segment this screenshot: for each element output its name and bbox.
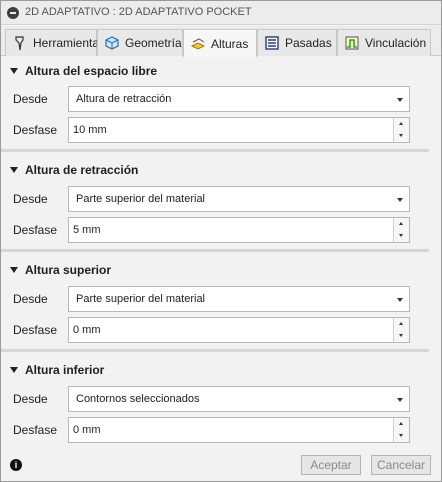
offset-row: Desfase xyxy=(1,417,441,443)
decrement-arrow-icon[interactable] xyxy=(394,430,409,442)
decrement-arrow-icon[interactable] xyxy=(394,330,409,342)
dialog-window: 2D ADAPTATIVO : 2D ADAPTATIVO POCKET Her… xyxy=(0,0,442,482)
section-header-clearance[interactable]: Altura del espacio libre xyxy=(1,59,441,83)
from-label: Desde xyxy=(13,92,48,106)
decrement-arrow-icon[interactable] xyxy=(394,130,409,142)
chevron-down-icon xyxy=(397,398,403,402)
from-value: Parte superior del material xyxy=(76,193,206,205)
window-title: 2D ADAPTATIVO : 2D ADAPTATIVO POCKET xyxy=(25,6,252,18)
offset-label: Desfase xyxy=(13,323,58,337)
section-divider xyxy=(1,249,429,252)
offset-label: Desfase xyxy=(13,123,58,137)
section-header-top[interactable]: Altura superior xyxy=(1,258,441,282)
offset-row: Desfase xyxy=(1,317,441,343)
from-dropdown[interactable]: Parte superior del material xyxy=(68,186,410,212)
offset-row: Desfase xyxy=(1,117,441,143)
from-value: Parte superior del material xyxy=(76,293,206,305)
offset-label: Desfase xyxy=(13,223,58,237)
tab-label: Herramienta xyxy=(33,36,100,50)
from-dropdown[interactable]: Parte superior del material xyxy=(68,286,410,312)
section-divider xyxy=(1,349,429,352)
section-header-retract[interactable]: Altura de retracción xyxy=(1,158,441,182)
tab-label: Pasadas xyxy=(285,36,332,50)
collapse-triangle-icon[interactable] xyxy=(10,367,18,373)
from-row: Desde Contornos seleccionados xyxy=(1,386,441,412)
offset-spinner[interactable] xyxy=(68,317,410,343)
tab-label: Vinculación xyxy=(365,36,427,50)
tab-bar: Herramienta Geometría Alturas Pasadas Vi… xyxy=(1,26,441,57)
tab-vinculacion[interactable]: Vinculación xyxy=(337,29,431,56)
heights-icon xyxy=(190,36,206,52)
section-divider xyxy=(1,149,429,152)
collapse-triangle-icon[interactable] xyxy=(10,68,18,74)
collapse-triangle-icon[interactable] xyxy=(10,167,18,173)
chevron-down-icon xyxy=(397,98,403,102)
from-row: Desde Parte superior del material xyxy=(1,286,441,312)
spinner-buttons xyxy=(393,318,409,342)
from-value: Altura de retracción xyxy=(76,93,172,105)
offset-spinner[interactable] xyxy=(68,217,410,243)
chevron-down-icon xyxy=(397,298,403,302)
geometry-icon xyxy=(104,35,120,51)
offset-input[interactable] xyxy=(69,318,393,342)
from-value: Contornos seleccionados xyxy=(76,393,200,405)
passes-icon xyxy=(264,35,280,51)
tab-herramienta[interactable]: Herramienta xyxy=(5,29,100,56)
section-header-bottom[interactable]: Altura inferior xyxy=(1,358,441,382)
title-bar[interactable]: 2D ADAPTATIVO : 2D ADAPTATIVO POCKET xyxy=(1,1,441,25)
cancel-button[interactable]: Cancelar xyxy=(371,455,431,475)
collapse-triangle-icon[interactable] xyxy=(10,267,18,273)
offset-input[interactable] xyxy=(69,418,393,442)
from-dropdown[interactable]: Altura de retracción xyxy=(68,86,410,112)
increment-arrow-icon[interactable] xyxy=(394,118,409,130)
offset-spinner[interactable] xyxy=(68,417,410,443)
scrollbar[interactable] xyxy=(430,57,441,447)
from-dropdown[interactable]: Contornos seleccionados xyxy=(68,386,410,412)
collapse-icon[interactable] xyxy=(7,7,19,19)
increment-arrow-icon[interactable] xyxy=(394,218,409,230)
offset-input[interactable] xyxy=(69,118,393,142)
section-title: Altura de retracción xyxy=(25,163,139,177)
spinner-buttons xyxy=(393,118,409,142)
dialog-footer: i Aceptar Cancelar xyxy=(1,447,441,481)
tab-alturas[interactable]: Alturas xyxy=(183,29,257,57)
spinner-buttons xyxy=(393,218,409,242)
section-title: Altura inferior xyxy=(25,363,105,377)
offset-label: Desfase xyxy=(13,423,58,437)
parameters-panel: Altura del espacio libre Desde Altura de… xyxy=(1,57,441,447)
section-title: Altura superior xyxy=(25,263,112,277)
from-label: Desde xyxy=(13,192,48,206)
tab-label: Geometría xyxy=(125,36,182,50)
from-row: Desde Altura de retracción xyxy=(1,86,441,112)
from-label: Desde xyxy=(13,292,48,306)
info-icon[interactable]: i xyxy=(10,459,22,471)
linking-icon xyxy=(344,35,360,51)
offset-spinner[interactable] xyxy=(68,117,410,143)
spinner-buttons xyxy=(393,418,409,442)
tab-label: Alturas xyxy=(211,36,249,51)
chevron-down-icon xyxy=(397,198,403,202)
offset-input[interactable] xyxy=(69,218,393,242)
tab-geometria[interactable]: Geometría xyxy=(97,29,183,56)
decrement-arrow-icon[interactable] xyxy=(394,230,409,242)
from-row: Desde Parte superior del material xyxy=(1,186,441,212)
from-label: Desde xyxy=(13,392,48,406)
offset-row: Desfase xyxy=(1,217,441,243)
tool-icon xyxy=(12,35,28,51)
section-title: Altura del espacio libre xyxy=(25,64,158,78)
accept-button[interactable]: Aceptar xyxy=(301,455,361,475)
increment-arrow-icon[interactable] xyxy=(394,418,409,430)
tab-pasadas[interactable]: Pasadas xyxy=(257,29,337,56)
increment-arrow-icon[interactable] xyxy=(394,318,409,330)
